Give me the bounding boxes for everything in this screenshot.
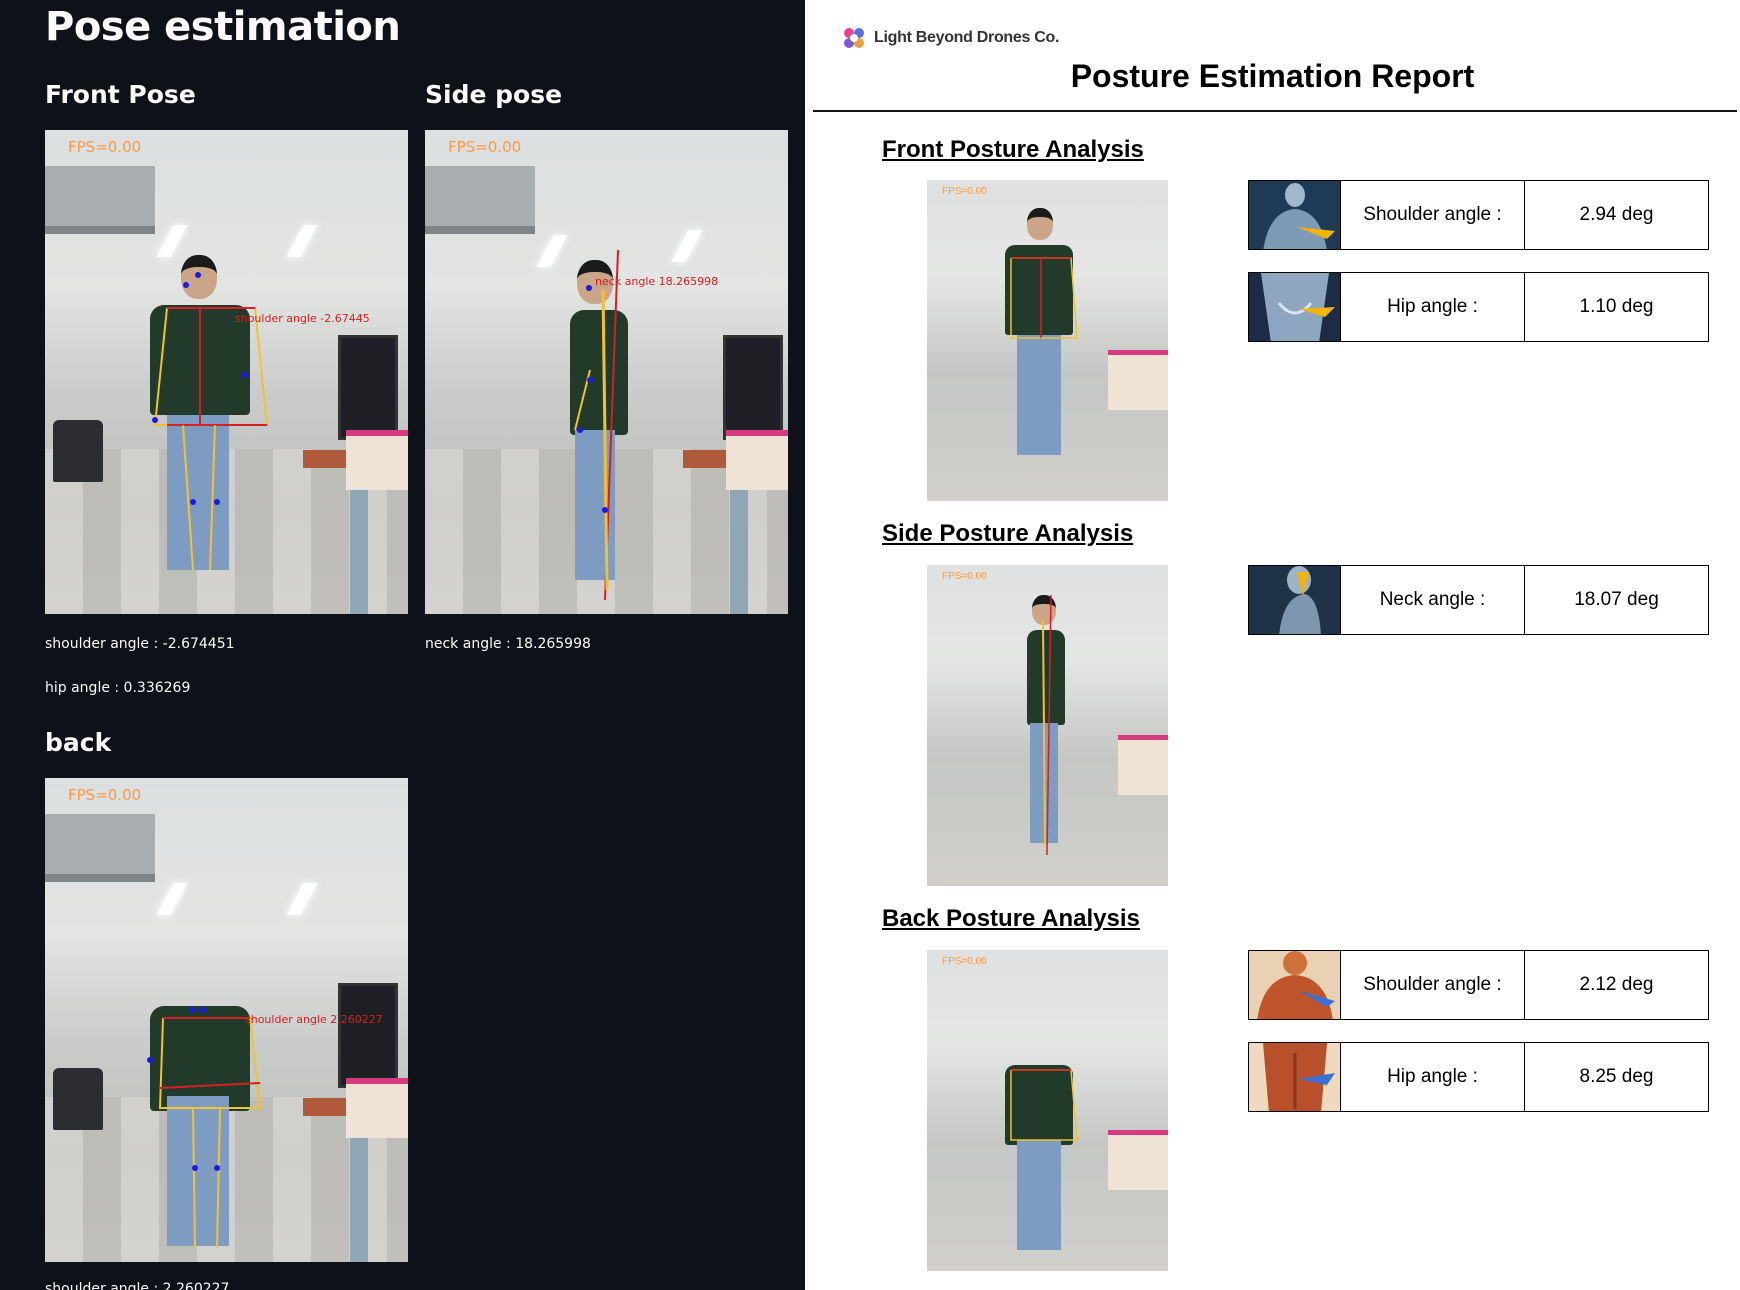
back-fps-label: FPS=0.00 [68,786,142,804]
back-hip-value: 8.25 deg [1579,1066,1654,1087]
front-fps-label: FPS=0.00 [68,138,142,156]
report-title: Posture Estimation Report [1070,58,1475,94]
back-shoulder-row: Shoulder angle : 2.12 deg [1248,950,1709,1020]
side-neck-row: Neck angle : 18.07 deg [1248,565,1709,635]
front-shoulder-value: 2.94 deg [1579,204,1654,225]
side-report-fps: FPS=0.00 [942,571,987,582]
front-skeleton-overlay [152,272,269,571]
title-divider [813,110,1737,112]
shoulder-anatomy-icon [1249,181,1341,249]
company-name: Light Beyond Drones Co. [874,29,1060,46]
side-neck-metric: neck angle : 18.265998 [425,636,591,652]
front-overlay-text: shoulder angle -2.67445 [235,312,370,325]
back-hip-label: Hip angle : [1341,1043,1525,1111]
posture-report-document: Light Beyond Drones Co. Posture Estimati… [805,0,1740,1290]
side-pose-heading: Side pose [425,80,563,109]
side-analysis-photo: FPS=0.00 [927,565,1168,886]
app-title: Pose estimation [45,4,401,50]
back-overlay-text: shoulder angle 2.260227 [245,1013,383,1026]
front-shoulder-metric: shoulder angle : -2.674451 [45,636,235,652]
front-hip-value: 1.10 deg [1579,296,1654,317]
front-analysis-heading: Front Posture Analysis [882,136,1144,163]
front-hip-label: Hip angle : [1341,273,1525,341]
company-logo: Light Beyond Drones Co. [840,24,1059,52]
front-pose-heading: Front Pose [45,80,196,109]
back-pose-heading: back [45,728,112,757]
back-hip-anatomy-icon [1249,1043,1341,1111]
side-overlay-text: neck angle 18.265998 [595,275,719,288]
side-skeleton-overlay [574,249,619,601]
side-fps-label: FPS=0.00 [448,138,522,156]
back-shoulder-anatomy-icon [1249,951,1341,1019]
front-shoulder-label: Shoulder angle : [1341,181,1525,249]
neck-anatomy-icon [1249,566,1341,634]
front-pose-camera-feed: FPS=0.00 shoulder angle -2.67445 [45,130,408,614]
front-report-fps: FPS=0.00 [942,186,987,197]
side-analysis-heading: Side Posture Analysis [882,520,1134,547]
back-shoulder-metric: shoulder angle : 2.260227 [45,1281,230,1290]
back-shoulder-label: Shoulder angle : [1341,951,1525,1019]
back-analysis-photo: FPS=0.00 [927,950,1168,1271]
pose-app-panel: Pose estimation Front Pose FPS=0.00 shou… [0,0,805,1290]
front-shoulder-row: Shoulder angle : 2.94 deg [1248,180,1709,250]
company-logo-icon [844,28,864,48]
back-shoulder-value: 2.12 deg [1579,974,1654,995]
side-pose-camera-feed: FPS=0.00 neck angle 18.265998 [425,130,788,614]
hip-anatomy-icon [1249,273,1341,341]
front-analysis-photo: FPS=0.00 [927,180,1168,501]
back-report-fps: FPS=0.00 [942,956,987,967]
front-hip-metric: hip angle : 0.336269 [45,680,191,696]
side-neck-value: 18.07 deg [1574,589,1659,610]
back-analysis-heading: Back Posture Analysis [882,905,1140,932]
back-pose-camera-feed: FPS=0.00 shoulder angle 2.260227 [45,778,408,1262]
front-hip-row: Hip angle : 1.10 deg [1248,272,1709,342]
back-hip-row: Hip angle : 8.25 deg [1248,1042,1709,1112]
side-neck-label: Neck angle : [1341,566,1525,634]
